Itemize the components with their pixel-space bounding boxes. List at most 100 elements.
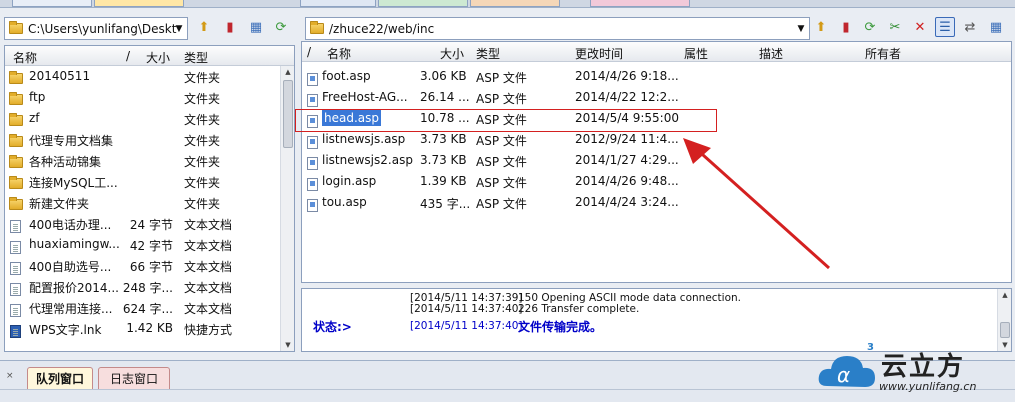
scroll-thumb[interactable] xyxy=(283,80,293,148)
file-type: 文件夹 xyxy=(184,134,221,148)
column-attributes[interactable]: 属性 xyxy=(684,45,708,62)
local-pane: C:\Users\yunlifang\Deskt ▼ ⬆ ▮ ▦ ⟳ 名称 / … xyxy=(0,12,297,352)
column-type[interactable]: 类型 xyxy=(184,49,208,66)
column-size[interactable]: 大小 xyxy=(146,49,170,66)
local-list-item[interactable]: 20140511 文件夹 xyxy=(5,66,280,87)
close-icon[interactable]: × xyxy=(6,371,14,381)
folder-icon xyxy=(9,71,23,84)
file-name: ftp xyxy=(29,90,46,104)
file-name: login.asp xyxy=(322,174,377,188)
column-size[interactable]: 大小 xyxy=(440,45,464,62)
file-modified: 2012/9/24 11:4... xyxy=(575,132,679,146)
file-size: 3.73 KB xyxy=(420,153,467,167)
file-name: listnewsjs2.asp xyxy=(322,153,413,167)
remote-list-item[interactable]: foot.asp 3.06 KB ASP 文件 2014/4/26 9:18... xyxy=(302,66,997,87)
local-list-item[interactable]: 新建文件夹 文件夹 xyxy=(5,192,280,213)
layout-icon[interactable]: ▦ xyxy=(986,17,1006,37)
file-name: 20140511 xyxy=(29,69,91,83)
tab-partial-1[interactable] xyxy=(12,0,92,7)
file-type: 文件夹 xyxy=(184,176,221,190)
file-type: 快捷方式 xyxy=(184,323,233,337)
close-icon[interactable]: ✕ xyxy=(910,17,930,37)
file-size: 624 字... xyxy=(122,302,173,316)
status-message: 文件传输完成。 xyxy=(518,320,603,334)
local-list-header: 名称 / 大小 类型 xyxy=(5,46,294,66)
remote-list-item[interactable]: login.asp 1.39 KB ASP 文件 2014/4/26 9:48... xyxy=(302,171,997,192)
remote-list-item[interactable]: FreeHost-AG... 26.14 ... ASP 文件 2014/4/22 1… xyxy=(302,87,997,108)
file-name: tou.asp xyxy=(322,195,367,209)
status-label: 状态:> xyxy=(313,320,352,334)
refresh-icon[interactable]: ⟳ xyxy=(271,17,291,37)
local-list-item[interactable]: 代理专用文档集 文件夹 xyxy=(5,129,280,150)
remote-list-item[interactable]: tou.asp 435 字... ASP 文件 2014/4/24 3:24... xyxy=(302,192,997,213)
local-path-box[interactable]: C:\Users\yunlifang\Deskt ▼ xyxy=(4,17,188,40)
disconnect-icon[interactable]: ✂ xyxy=(885,17,905,37)
layout-icon[interactable]: ▦ xyxy=(246,17,266,37)
file-type: 文本文档 xyxy=(184,302,233,316)
remote-list-item[interactable]: listnewsjs.asp 3.73 KB ASP 文件 2012/9/24 11:… xyxy=(302,129,997,150)
tab-partial-2[interactable] xyxy=(94,0,184,7)
tab-partial-6[interactable] xyxy=(590,0,690,7)
local-list-item[interactable]: 400自助选号... 66 字节 文本文档 xyxy=(5,255,280,276)
column-type[interactable]: 类型 xyxy=(476,45,500,62)
transfer-icon[interactable]: ⇄ xyxy=(960,17,980,37)
view-mode-icon[interactable]: ☰ xyxy=(935,17,955,37)
tab-log-window[interactable]: 日志窗口 xyxy=(98,367,170,389)
chevron-down-icon[interactable]: ▼ xyxy=(793,18,809,39)
local-list-item[interactable]: 配置报价2014... 248 字... 文本文档 xyxy=(5,276,280,297)
file-size: 26.14 ... xyxy=(420,90,470,104)
column-description[interactable]: 描述 xyxy=(759,45,783,62)
up-folder-icon[interactable]: ⬆ xyxy=(194,17,214,37)
file-name: 新建文件夹 xyxy=(29,197,90,211)
remote-path-box[interactable]: /zhuce22/web/inc ▼ xyxy=(305,17,810,40)
file-type: 文件夹 xyxy=(184,92,221,106)
remote-list-item[interactable]: listnewsjs2.asp 3.73 KB ASP 文件 2014/1/27 4:… xyxy=(302,150,997,171)
sort-indicator: / xyxy=(307,45,312,59)
tab-partial-4[interactable] xyxy=(378,0,468,7)
file-type: 文本文档 xyxy=(184,218,233,232)
top-tab-strip xyxy=(0,0,1015,8)
local-list-item[interactable]: ftp 文件夹 xyxy=(5,87,280,108)
bookmark-icon[interactable]: ▮ xyxy=(220,17,240,37)
file-name: WPS文字.lnk xyxy=(29,323,102,337)
status-time: [2014/5/11 14:37:40] xyxy=(410,320,523,332)
file-size: 66 字节 xyxy=(129,260,173,274)
local-list-item[interactable]: 代理常用连接... 624 字... 文本文档 xyxy=(5,297,280,318)
tab-partial-5[interactable] xyxy=(470,0,560,7)
column-modified[interactable]: 更改时间 xyxy=(575,45,623,62)
asp-file-icon xyxy=(307,94,318,107)
watermark-mark: 3 xyxy=(867,342,874,353)
file-name: zf xyxy=(29,111,40,125)
column-name[interactable]: 名称 xyxy=(327,45,351,62)
local-list-item[interactable]: zf 文件夹 xyxy=(5,108,280,129)
scroll-up-icon[interactable]: ▲ xyxy=(999,289,1011,301)
tab-queue-window[interactable]: 队列窗口 xyxy=(27,367,93,389)
local-list-item[interactable]: huaxiamingw... 42 字节 文本文档 xyxy=(5,234,280,255)
up-folder-icon[interactable]: ⬆ xyxy=(811,17,831,37)
file-size: 42 字节 xyxy=(129,239,173,253)
refresh-icon[interactable]: ⟳ xyxy=(860,17,880,37)
scroll-thumb[interactable] xyxy=(1000,322,1010,338)
chevron-down-icon[interactable]: ▼ xyxy=(171,18,187,39)
scroll-down-icon[interactable]: ▼ xyxy=(282,339,294,351)
file-type: ASP 文件 xyxy=(476,134,527,148)
remote-pane: /zhuce22/web/inc ▼ ⬆ ▮ ⟳ ✂ ✕ ☰ ⇄ ▦ / 名称 … xyxy=(295,12,1015,352)
file-type: 文件夹 xyxy=(184,155,221,169)
local-list-item[interactable]: 400电话办理... 24 字节 文本文档 xyxy=(5,213,280,234)
folder-icon xyxy=(9,21,23,34)
text-file-icon xyxy=(10,220,21,233)
local-list-item[interactable]: 各种活动锦集 文件夹 xyxy=(5,150,280,171)
local-list-item[interactable]: 连接MySQL工... 文件夹 xyxy=(5,171,280,192)
local-file-list: 名称 / 大小 类型 20140511 文件夹 ftp 文件夹 zf 文件夹 代理专用文档集… xyxy=(4,45,295,352)
bookmark-icon[interactable]: ▮ xyxy=(836,17,856,37)
column-name[interactable]: 名称 xyxy=(13,49,37,66)
tab-partial-3[interactable] xyxy=(300,0,376,7)
text-file-icon xyxy=(10,283,21,296)
file-name: 400自助选号... xyxy=(29,260,112,274)
local-list-item[interactable]: WPS文字.lnk 1.42 KB 快捷方式 xyxy=(5,318,280,339)
local-scrollbar[interactable]: ▲ ▼ xyxy=(280,66,294,351)
file-name: 400电话办理... xyxy=(29,218,112,232)
scroll-up-icon[interactable]: ▲ xyxy=(282,66,294,78)
local-path-text: C:\Users\yunlifang\Deskt xyxy=(28,21,177,36)
column-owner[interactable]: 所有者 xyxy=(865,45,901,62)
